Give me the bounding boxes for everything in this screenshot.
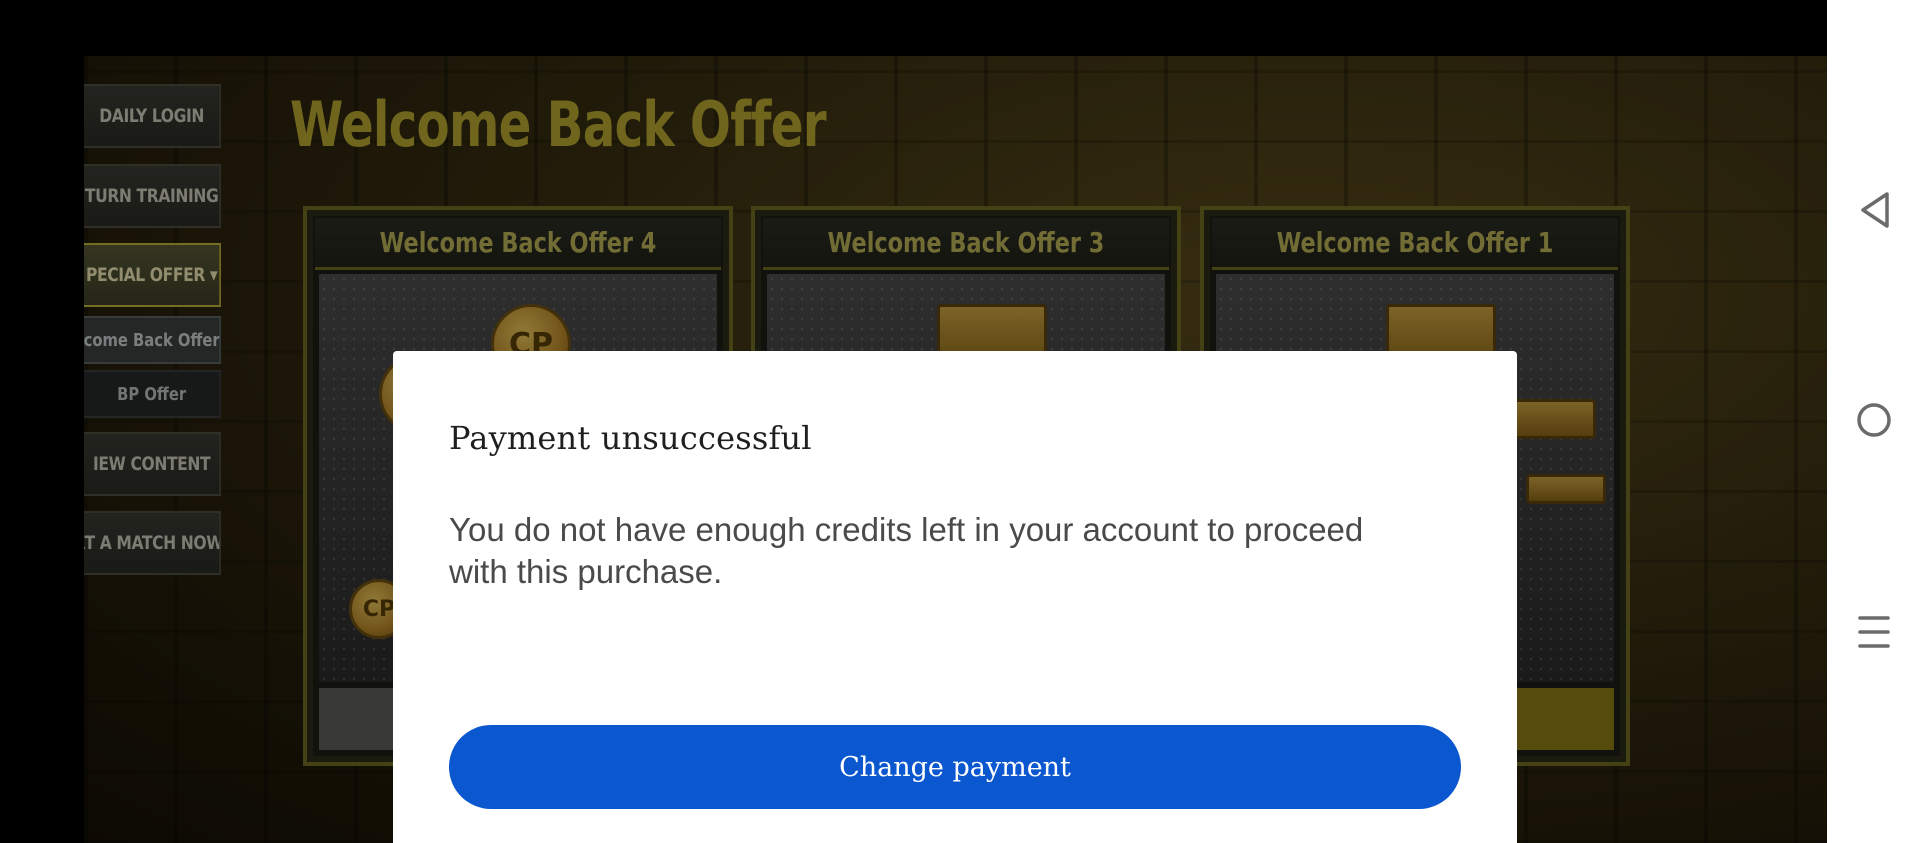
side-tab-label: TURN TRAINING [84,185,219,207]
side-sub-welcome-back-offer[interactable]: come Back Offer [84,316,221,364]
offer-card-title: Welcome Back Offer 1 [1212,218,1618,270]
side-sub-label: BP Offer [117,383,187,405]
side-sub-bp-offer[interactable]: BP Offer [84,370,221,418]
crate-icon [1506,399,1596,439]
side-tab-start-match[interactable]: RT A MATCH NOW! [84,511,221,575]
home-icon[interactable] [1827,400,1920,440]
dialog-title: Payment unsuccessful [449,419,812,457]
recents-icon[interactable] [1827,612,1920,652]
crate-icon [1526,474,1606,504]
side-tab-label: PECIAL OFFER ▾ [85,264,218,286]
payment-error-dialog: Payment unsuccessful You do not have eno… [393,351,1517,843]
dialog-message: You do not have enough credits left in y… [449,511,1364,590]
offer-page-title: Welcome Back Offer [290,88,827,161]
side-tab-label: DAILY LOGIN [99,105,205,127]
side-tab-new-content[interactable]: IEW CONTENT [84,432,221,496]
side-tab-special-offer[interactable]: PECIAL OFFER ▾ [84,243,221,307]
side-tab-label: IEW CONTENT [93,453,211,475]
system-navigation-bar [1827,0,1920,843]
side-tab-label: RT A MATCH NOW! [84,532,219,554]
side-tab-daily-login[interactable]: DAILY LOGIN [84,84,221,148]
side-tab-return-training[interactable]: TURN TRAINING [84,164,221,228]
offer-card-title: Welcome Back Offer 4 [315,218,721,270]
back-icon[interactable] [1827,190,1920,230]
side-sub-label: come Back Offer [84,329,220,351]
offer-card-title: Welcome Back Offer 3 [763,218,1169,270]
change-payment-button[interactable]: Change payment [449,725,1461,809]
